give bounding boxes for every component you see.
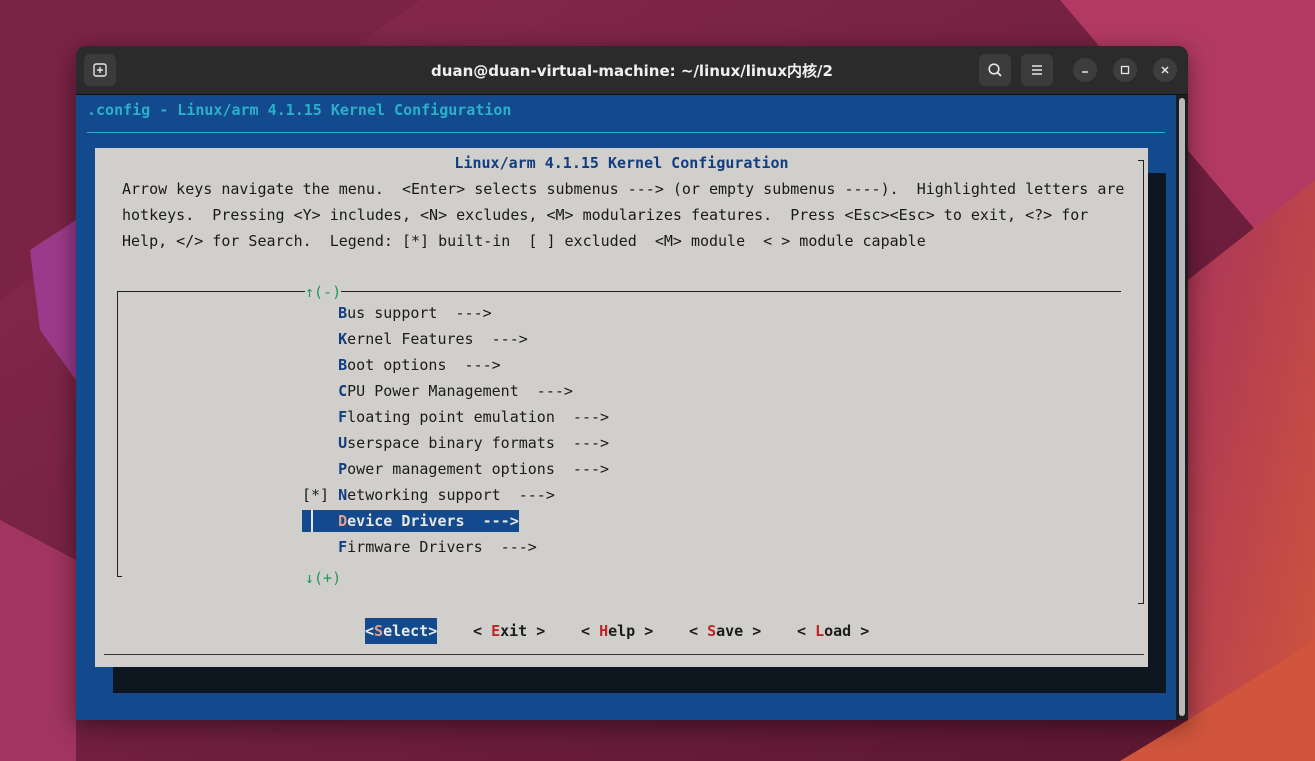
maximize-button[interactable] <box>1113 58 1137 82</box>
menu-item-networking-support[interactable]: [*] Networking support ---> <box>302 484 555 506</box>
item-prefix <box>302 512 338 530</box>
menu-item-floating-point-emulation[interactable]: Floating point emulation ---> <box>302 406 609 428</box>
load-button[interactable]: < Load > <box>797 618 869 644</box>
menu-item-bus-support[interactable]: Bus support ---> <box>302 302 492 324</box>
item-hotkey: N <box>338 486 348 504</box>
item-prefix <box>302 356 338 374</box>
text-cursor <box>311 510 313 532</box>
maximize-icon <box>1120 65 1130 75</box>
menu-box-left-border <box>117 291 118 576</box>
item-label: PU Power Management ---> <box>347 382 573 400</box>
button-bracket: > <box>428 622 438 640</box>
button-bracket: < <box>689 622 708 640</box>
terminal-window: duan@duan-virtual-machine: ~/linux/linux… <box>76 46 1188 720</box>
item-hotkey: C <box>338 382 348 400</box>
terminal-area[interactable]: .config - Linux/arm 4.1.15 Kernel Config… <box>76 95 1176 720</box>
item-hotkey: K <box>338 330 348 348</box>
item-prefix <box>302 382 338 400</box>
terminal-scrollbar[interactable] <box>1179 98 1185 716</box>
button-hotkey: L <box>815 622 825 640</box>
dialog-title: Linux/arm 4.1.15 Kernel Configuration <box>454 154 789 172</box>
button-hotkey: H <box>599 622 609 640</box>
config-title: .config - Linux/arm 4.1.15 Kernel Config… <box>87 101 512 119</box>
help-line: Arrow keys navigate the menu. <Enter> se… <box>122 180 1125 198</box>
item-label: oot options ---> <box>347 356 501 374</box>
dialog-right-border <box>1143 160 1144 603</box>
dialog-bottom-border <box>104 654 1144 655</box>
item-label: loating point emulation ---> <box>347 408 610 426</box>
button-bracket: < <box>473 622 492 640</box>
menu-item-boot-options[interactable]: Boot options ---> <box>302 354 501 376</box>
item-hotkey: F <box>338 538 348 556</box>
button-label: oad <box>824 622 852 640</box>
button-bracket: > <box>743 622 762 640</box>
item-label: etworking support ---> <box>347 486 555 504</box>
item-hotkey: B <box>338 304 348 322</box>
item-hotkey: F <box>338 408 348 426</box>
item-hotkey: D <box>338 512 348 530</box>
button-bracket: < <box>365 622 375 640</box>
item-prefix: [*] <box>302 486 339 504</box>
menu-item-userspace-binary-formats[interactable]: Userspace binary formats ---> <box>302 432 609 454</box>
button-bracket: < <box>581 622 600 640</box>
close-button[interactable] <box>1153 58 1177 82</box>
menu-item-device-drivers[interactable]: Device Drivers ---> <box>302 510 519 532</box>
scroll-down-indicator: ↓(+) <box>305 569 342 587</box>
button-label: elp <box>608 622 636 640</box>
button-bracket: < <box>797 622 816 640</box>
item-label: ower management options ---> <box>347 460 610 478</box>
item-label: ernel Features ---> <box>347 330 528 348</box>
help-line: hotkeys. Pressing <Y> includes, <N> excl… <box>122 206 1089 224</box>
menu-box-corner <box>117 576 122 577</box>
button-label: ave <box>716 622 744 640</box>
button-hotkey: S <box>374 622 384 640</box>
item-prefix <box>302 460 338 478</box>
help-line: Help, </> for Search. Legend: [*] built-… <box>122 232 926 250</box>
hamburger-menu-icon <box>1032 65 1042 75</box>
item-label: serspace binary formats ---> <box>347 434 610 452</box>
exit-button[interactable]: < Exit > <box>473 618 545 644</box>
config-title-rule <box>87 132 1165 133</box>
button-bracket: > <box>851 622 870 640</box>
close-icon <box>1161 66 1169 74</box>
menu-box-top-border <box>117 291 1121 292</box>
button-bracket: > <box>635 622 654 640</box>
item-hotkey: B <box>338 356 348 374</box>
help-button[interactable]: < Help > <box>581 618 653 644</box>
dialog-border-corner <box>1138 603 1144 604</box>
button-label: xit <box>500 622 528 640</box>
menuconfig-dialog: Linux/arm 4.1.15 Kernel Configuration Ar… <box>95 148 1148 667</box>
title-bar: duan@duan-virtual-machine: ~/linux/linux… <box>76 46 1188 95</box>
menu-item-cpu-power-management[interactable]: CPU Power Management ---> <box>302 380 573 402</box>
item-label: evice Drivers ---> <box>347 512 519 530</box>
search-button[interactable] <box>979 54 1011 86</box>
menu-button[interactable] <box>1021 54 1053 86</box>
scroll-up-indicator: ↑(-) <box>305 283 342 301</box>
button-bracket: > <box>527 622 546 640</box>
save-button[interactable]: < Save > <box>689 618 761 644</box>
item-prefix <box>302 408 338 426</box>
button-label: elect <box>383 622 429 640</box>
item-prefix <box>302 538 338 556</box>
menu-item-kernel-features[interactable]: Kernel Features ---> <box>302 328 528 350</box>
dialog-border-corner <box>1138 160 1144 161</box>
minimize-icon <box>1082 71 1088 73</box>
menu-item-firmware-drivers[interactable]: Firmware Drivers ---> <box>302 536 537 558</box>
item-prefix <box>302 330 338 348</box>
button-hotkey: S <box>707 622 717 640</box>
item-prefix <box>302 434 338 452</box>
item-hotkey: U <box>338 434 348 452</box>
item-hotkey: P <box>338 460 348 478</box>
item-label: irmware Drivers ---> <box>347 538 537 556</box>
search-icon <box>988 63 1002 77</box>
select-button[interactable]: <Select> <box>365 618 438 644</box>
item-prefix <box>302 304 338 322</box>
button-hotkey: E <box>491 622 501 640</box>
menu-item-power-management-options[interactable]: Power management options ---> <box>302 458 609 480</box>
minimize-button[interactable] <box>1073 58 1097 82</box>
item-label: us support ---> <box>347 304 492 322</box>
